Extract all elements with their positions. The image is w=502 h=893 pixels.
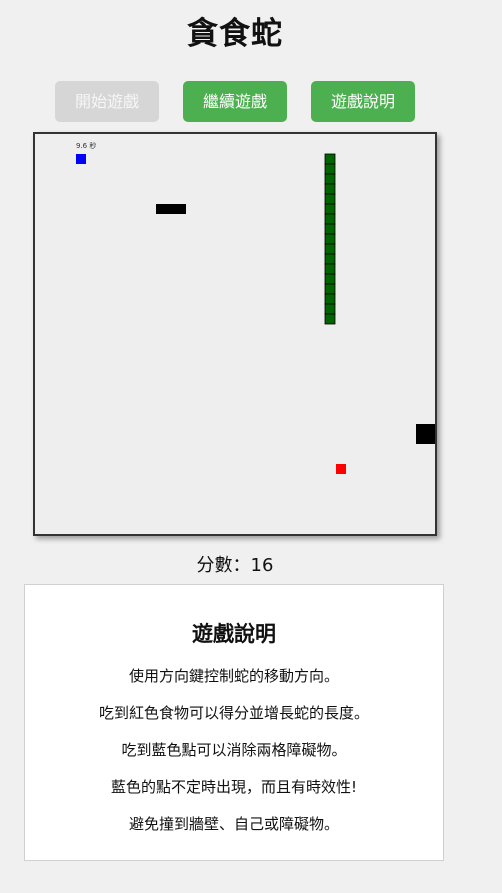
snake-segment (324, 223, 336, 235)
snake-segment (324, 263, 336, 275)
snake-segment (324, 303, 336, 315)
instruction-line: 藍色的點不定時出現，而且有時效性! (110, 778, 357, 796)
instruction-line: 吃到藍色點可以消除兩格障礙物。 (121, 741, 347, 759)
snake-segment (324, 193, 336, 205)
game-board[interactable]: 9.6 秒 (33, 132, 437, 536)
instruction-line: 避免撞到牆壁、自己或障礙物。 (128, 815, 339, 833)
button-row: 開始遊戲 繼續遊戲 遊戲說明 (55, 81, 415, 122)
snake-segment (324, 183, 336, 195)
snake-segment (324, 273, 336, 285)
obstacle-block (426, 424, 435, 434)
obstacle-block (156, 204, 186, 214)
instructions-heading: 遊戲說明 (192, 622, 276, 646)
snake-segment (324, 243, 336, 255)
snake-segment (324, 203, 336, 215)
game-instructions-button[interactable]: 遊戲說明 (311, 81, 415, 122)
bonus-timer-label: 9.6 秒 (76, 141, 96, 150)
red-food (336, 464, 346, 474)
snake (324, 153, 336, 325)
bonus-blue-dot (76, 154, 86, 164)
continue-game-button[interactable]: 繼續遊戲 (183, 81, 287, 122)
score-display: 分數：16 (196, 555, 274, 576)
instructions-panel: 遊戲說明 使用方向鍵控制蛇的移動方向。 吃到紅色食物可以得分並增長蛇的長度。 吃… (24, 584, 444, 861)
snake-segment (324, 213, 336, 225)
instruction-line: 使用方向鍵控制蛇的移動方向。 (128, 667, 339, 685)
game-canvas: 9.6 秒 (76, 141, 435, 474)
obstacle-block (426, 434, 435, 444)
instruction-line: 吃到紅色食物可以得分並增長蛇的長度。 (98, 704, 369, 722)
snake-segment (324, 233, 336, 245)
obstacle-block (416, 424, 426, 434)
snake-head (324, 153, 336, 165)
start-game-button[interactable]: 開始遊戲 (55, 81, 159, 122)
snake-segment (324, 173, 336, 185)
snake-segment (324, 283, 336, 295)
obstacle-block (416, 434, 426, 444)
instructions-list: 使用方向鍵控制蛇的移動方向。 吃到紅色食物可以得分並增長蛇的長度。 吃到藍色點可… (25, 667, 443, 852)
page: 貪食蛇 開始遊戲 繼續遊戲 遊戲說明 9.6 秒 分數：16 遊戲說明 使用方向… (0, 0, 502, 893)
page-title: 貪食蛇 (187, 16, 283, 52)
snake-segment (324, 293, 336, 305)
snake-segment (324, 163, 336, 175)
snake-segment (324, 313, 336, 325)
snake-segment (324, 253, 336, 265)
